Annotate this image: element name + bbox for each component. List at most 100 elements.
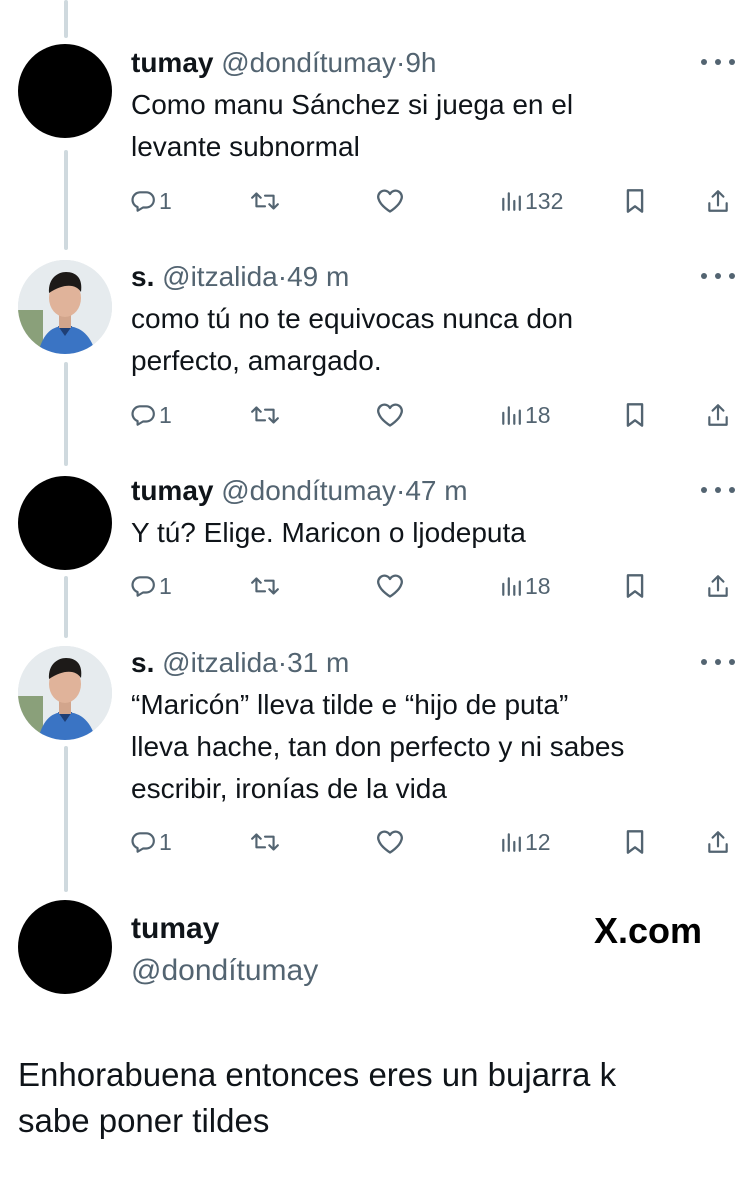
reply-count: 1 xyxy=(159,828,172,855)
tweet-actions: 1 18 xyxy=(0,570,754,602)
share-button[interactable] xyxy=(706,570,730,602)
display-name[interactable]: s. xyxy=(131,261,154,292)
tweet-text: como tú no te equivocas nunca don perfec… xyxy=(131,298,731,382)
tweet-text-line: “Maricón” lleva tilde e “hijo de puta” xyxy=(131,689,569,720)
retweet-button[interactable] xyxy=(250,826,280,858)
share-button[interactable] xyxy=(706,826,730,858)
reply-button[interactable]: 1 xyxy=(130,570,172,602)
reply-button[interactable]: 1 xyxy=(130,399,172,431)
reply-icon xyxy=(130,573,156,599)
bookmark-button[interactable] xyxy=(624,570,646,602)
user-handle[interactable]: @dondítumay xyxy=(221,475,396,506)
retweet-button[interactable] xyxy=(250,399,280,431)
tweet-text-line: levante subnormal xyxy=(131,131,360,162)
display-name[interactable]: tumay xyxy=(131,910,219,948)
tweet-actions: 1 132 xyxy=(0,185,754,217)
views-icon xyxy=(500,404,522,426)
views-button[interactable]: 18 xyxy=(500,570,551,602)
bookmark-button[interactable] xyxy=(624,399,646,431)
tweet-text-line: como tú no te equivocas nunca don xyxy=(131,303,574,334)
retweet-button[interactable] xyxy=(250,570,280,602)
tweet-text-line: Enhorabuena entonces eres un bujarra k xyxy=(18,1056,617,1093)
views-icon xyxy=(500,575,522,597)
avatar[interactable] xyxy=(18,44,112,138)
reply-count: 1 xyxy=(159,401,172,428)
separator-dot: · xyxy=(277,647,288,678)
user-handle[interactable]: @dondítumay xyxy=(131,952,318,990)
retweet-icon xyxy=(250,402,280,428)
like-icon xyxy=(376,188,404,214)
retweet-icon xyxy=(250,188,280,214)
like-icon xyxy=(376,402,404,428)
bookmark-button[interactable] xyxy=(624,185,646,217)
player-photo-icon xyxy=(18,646,112,740)
separator-dot: · xyxy=(396,47,406,78)
views-count: 18 xyxy=(525,401,551,428)
views-icon xyxy=(500,190,522,212)
reply-icon xyxy=(130,188,156,214)
timestamp[interactable]: 49 m xyxy=(287,261,349,292)
tweet-actions: 1 12 xyxy=(0,826,754,858)
timestamp[interactable]: 9h xyxy=(405,47,436,78)
avatar[interactable] xyxy=(18,260,112,354)
bookmark-icon xyxy=(624,402,646,428)
tweet-text: Como manu Sánchez si juega en el levante… xyxy=(131,84,731,168)
player-photo-icon xyxy=(18,260,112,354)
like-button[interactable] xyxy=(376,399,404,431)
retweet-button[interactable] xyxy=(250,185,280,217)
timestamp[interactable]: 31 m xyxy=(287,647,349,678)
tweet-text-line: Y tú? Elige. Maricon o ljodeputa xyxy=(131,517,526,548)
views-button[interactable]: 132 xyxy=(500,185,563,217)
display-name[interactable]: tumay xyxy=(131,47,213,78)
reply-button[interactable]: 1 xyxy=(130,185,172,217)
reply-button[interactable]: 1 xyxy=(130,826,172,858)
avatar[interactable] xyxy=(18,900,112,994)
user-handle[interactable]: @dondítumay xyxy=(221,47,396,78)
views-count: 18 xyxy=(525,572,551,599)
tweet-text-line: perfecto, amargado. xyxy=(131,345,382,376)
views-count: 132 xyxy=(525,187,564,214)
views-button[interactable]: 12 xyxy=(500,826,551,858)
user-handle[interactable]: @itzalida xyxy=(162,261,278,292)
bookmark-icon xyxy=(624,829,646,855)
display-name[interactable]: s. xyxy=(131,647,154,678)
views-icon xyxy=(500,831,522,853)
reply-icon xyxy=(130,829,156,855)
separator-dot: · xyxy=(396,475,406,506)
share-icon xyxy=(706,829,730,855)
more-options-icon[interactable] xyxy=(700,58,736,66)
reply-icon xyxy=(130,402,156,428)
more-options-icon[interactable] xyxy=(700,658,736,666)
like-button[interactable] xyxy=(376,185,404,217)
share-button[interactable] xyxy=(706,185,730,217)
display-name[interactable]: tumay xyxy=(131,475,213,506)
timestamp[interactable]: 47 m xyxy=(405,475,467,506)
tweet-actions: 1 18 xyxy=(0,399,754,431)
like-icon xyxy=(376,573,404,599)
like-button[interactable] xyxy=(376,826,404,858)
retweet-icon xyxy=(250,829,280,855)
user-handle[interactable]: @itzalida xyxy=(162,647,278,678)
share-icon xyxy=(706,188,730,214)
tweet-text: “Maricón” lleva tilde e “hijo de puta” l… xyxy=(131,684,731,810)
tweet-text-line: sabe poner tildes xyxy=(18,1102,270,1139)
like-button[interactable] xyxy=(376,570,404,602)
reply-count: 1 xyxy=(159,572,172,599)
avatar[interactable] xyxy=(18,476,112,570)
bookmark-icon xyxy=(624,573,646,599)
views-button[interactable]: 18 xyxy=(500,399,551,431)
bookmark-icon xyxy=(624,188,646,214)
views-count: 12 xyxy=(525,828,551,855)
tweet-text-line: lleva hache, tan don perfecto y ni sabes xyxy=(131,731,625,762)
share-icon xyxy=(706,402,730,428)
reply-count: 1 xyxy=(159,187,172,214)
more-options-icon[interactable] xyxy=(700,486,736,494)
share-button[interactable] xyxy=(706,399,730,431)
bookmark-button[interactable] xyxy=(624,826,646,858)
avatar[interactable] xyxy=(18,646,112,740)
more-options-icon[interactable] xyxy=(700,272,736,280)
x-com-brand: X.com xyxy=(594,910,703,951)
thread-line xyxy=(64,0,68,38)
share-icon xyxy=(706,573,730,599)
tweet-text: Y tú? Elige. Maricon o ljodeputa xyxy=(131,512,731,554)
